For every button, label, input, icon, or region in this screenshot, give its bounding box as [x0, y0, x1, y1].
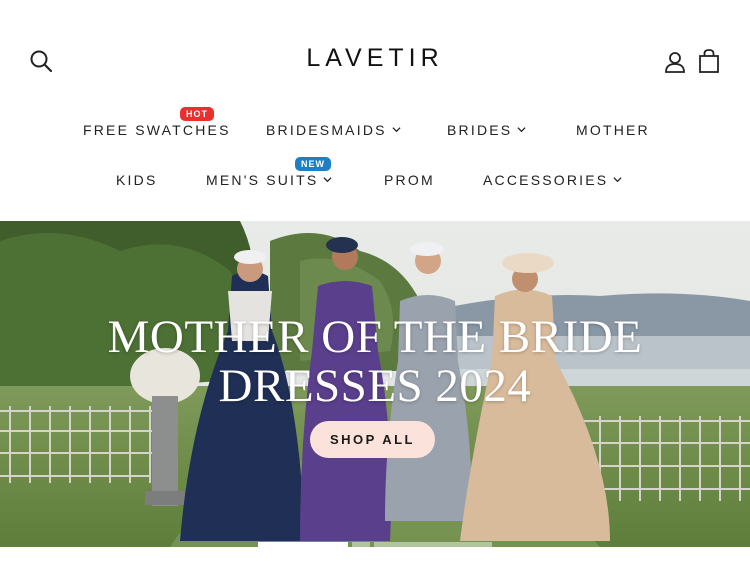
nav-label: PROM	[384, 172, 435, 188]
nav-label: ACCESSORIES	[483, 172, 609, 188]
nav-label: BRIDESMAIDS	[266, 122, 387, 138]
chevron-down-icon	[613, 177, 622, 183]
shop-all-button[interactable]: SHOP ALL	[310, 421, 435, 458]
hero-title-line2: DRESSES 2024	[218, 360, 532, 412]
hot-badge: HOT	[180, 107, 214, 121]
page-body-start	[0, 547, 750, 563]
hero-banner[interactable]: MOTHER OF THE BRIDE DRESSES 2024 SHOP AL…	[0, 221, 750, 547]
account-icon[interactable]	[663, 50, 687, 74]
nav-label: KIDS	[116, 172, 158, 188]
site-header: LAVETIR FREE SWATCHES HOT BRIDESMAIDS BR…	[0, 0, 750, 221]
hero-title: MOTHER OF THE BRIDE DRESSES 2024	[0, 313, 750, 411]
nav-label: MEN'S SUITS	[206, 172, 319, 188]
hero-title-line1: MOTHER OF THE BRIDE	[107, 311, 643, 363]
nav-kids[interactable]: KIDS	[116, 172, 157, 188]
nav-bridesmaids[interactable]: BRIDESMAIDS	[266, 122, 401, 138]
nav-label: BRIDES	[447, 122, 513, 138]
new-badge: NEW	[295, 157, 331, 171]
site-logo[interactable]: LAVETIR	[0, 44, 750, 73]
nav-prom[interactable]: PROM	[384, 172, 435, 188]
nav-label: MOTHER	[576, 122, 650, 138]
nav-brides[interactable]: BRIDES	[447, 122, 526, 138]
chevron-down-icon	[517, 127, 526, 133]
nav-mens-suits[interactable]: MEN'S SUITS	[206, 172, 332, 188]
nav-free-swatches[interactable]: FREE SWATCHES	[83, 122, 231, 138]
cart-icon[interactable]	[698, 48, 720, 74]
nav-accessories[interactable]: ACCESSORIES	[483, 172, 622, 188]
nav-mother[interactable]: MOTHER	[576, 122, 650, 138]
chevron-down-icon	[392, 127, 401, 133]
chevron-down-icon	[323, 177, 332, 183]
nav-label: FREE SWATCHES	[83, 122, 231, 138]
